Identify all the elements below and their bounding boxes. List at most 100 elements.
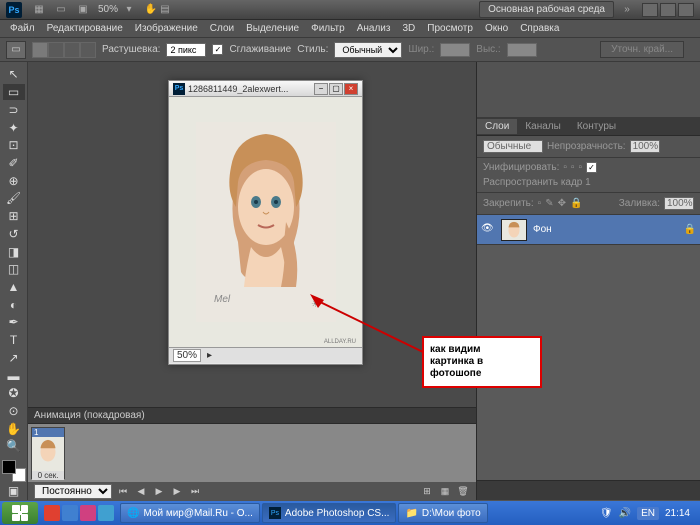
move-tool[interactable]: ↖ [3,66,25,83]
menu-help[interactable]: Справка [514,21,565,36]
task-item-1[interactable]: 🌐Мой мир@Mail.Ru - O... [120,503,260,523]
lock-position-icon[interactable]: ✥ [558,198,566,209]
menu-view[interactable]: Просмотр [421,21,479,36]
lock-all-icon[interactable]: 🔒 [570,198,582,209]
hand-tool[interactable]: ✋ [3,420,25,437]
selection-add-icon[interactable] [48,42,64,58]
stamp-tool[interactable]: ⊞ [3,208,25,225]
first-frame-button[interactable]: ⏮ [116,484,130,498]
hand-icon[interactable]: ✋ [144,3,158,17]
menu-filter[interactable]: Фильтр [305,21,351,36]
lock-pixels-icon[interactable]: ✎ [545,198,553,209]
view-extras-icon[interactable]: ▭ [54,3,68,17]
blur-tool[interactable]: ▲ [3,279,25,296]
doc-close-button[interactable]: × [344,83,358,95]
layer-row[interactable]: 👁 Фон 🔒 [477,215,700,245]
dodge-tool[interactable]: ◐ [3,296,25,313]
color-swatches[interactable] [2,460,26,482]
tab-paths[interactable]: Контуры [569,119,624,134]
tray-icon[interactable]: 🔊 [619,508,631,519]
document-canvas[interactable]: ☀ Mel ALLDAY.RU [169,97,362,347]
animation-frame[interactable]: 1 0 сек. [31,427,65,479]
eraser-tool[interactable]: ◨ [3,243,25,260]
clock[interactable]: 21:14 [665,508,690,519]
zoom-dropdown-icon[interactable]: ▾ [122,3,136,17]
menu-analysis[interactable]: Анализ [351,21,397,36]
tray-icon[interactable]: 🛡 [600,508,613,519]
type-tool[interactable]: T [3,332,25,349]
fill-input[interactable]: 100% [664,197,694,210]
tab-channels[interactable]: Каналы [517,119,569,134]
brush-tool[interactable]: 🖌 [3,190,25,207]
loop-select[interactable]: Постоянно [34,484,112,499]
lock-transparency-icon[interactable]: ▫ [538,198,542,209]
style-select[interactable]: Обычный [334,42,402,58]
lasso-tool[interactable]: ⊃ [3,101,25,118]
selection-new-icon[interactable] [32,42,48,58]
opera-icon[interactable] [80,505,96,521]
menu-select[interactable]: Выделение [240,21,305,36]
opacity-input[interactable]: 100% [630,140,660,153]
layer-thumbnail[interactable] [501,219,527,241]
task-item-2[interactable]: PsAdobe Photoshop CS... [262,503,397,523]
3d-camera-tool[interactable]: ⊙ [3,403,25,420]
gradient-tool[interactable]: ◫ [3,261,25,278]
menu-layers[interactable]: Слои [204,21,240,36]
unify-visibility-icon[interactable]: ▫ [571,162,575,173]
menu-file[interactable]: Файл [4,21,41,36]
document-window[interactable]: Ps 1286811449_2alexwert... − ▢ × [168,80,363,365]
selection-subtract-icon[interactable] [64,42,80,58]
delete-frame-button[interactable]: 🗑 [456,484,470,498]
tab-layers[interactable]: Слои [477,119,517,134]
play-button[interactable]: ▶ [152,484,166,498]
path-tool[interactable]: ↗ [3,350,25,367]
animation-header[interactable]: Анимация (покадровая) [28,408,476,424]
menu-3d[interactable]: 3D [396,21,421,36]
next-frame-button[interactable]: ▶ [170,484,184,498]
language-indicator[interactable]: EN [637,507,659,520]
unify-style-icon[interactable]: ▫ [578,162,582,173]
antialias-checkbox[interactable]: ✓ [212,44,223,55]
pen-tool[interactable]: ✒ [3,314,25,331]
refine-edge-button[interactable]: Уточн. край... [600,41,684,58]
doc-zoom[interactable]: 50% [173,349,201,362]
frame-delay[interactable]: 0 сек. [32,471,64,480]
collapsed-panels[interactable] [477,62,700,118]
start-button[interactable] [2,502,38,524]
history-brush-tool[interactable]: ↺ [3,225,25,242]
doc-minimize-button[interactable]: − [314,83,328,95]
quickmask-tool[interactable]: ▣ [3,483,25,500]
more-icon[interactable]: » [620,3,634,17]
doc-maximize-button[interactable]: ▢ [329,83,343,95]
crop-tool[interactable]: ⊡ [3,137,25,154]
menu-image[interactable]: Изображение [129,21,204,36]
new-frame-button[interactable]: ▦ [438,484,452,498]
tween-button[interactable]: ⊞ [420,484,434,498]
arrange-icon[interactable]: ▤ [158,3,172,17]
document-titlebar[interactable]: Ps 1286811449_2alexwert... − ▢ × [169,81,362,97]
zoom-tool[interactable]: 🔍 [3,438,25,455]
ie-icon[interactable] [98,505,114,521]
menu-edit[interactable]: Редактирование [41,21,129,36]
propagate-checkbox[interactable]: ✓ [586,162,597,173]
blend-mode-select[interactable]: Обычные [483,140,543,153]
screen-mode-icon[interactable]: ▣ [76,3,90,17]
wand-tool[interactable]: ✦ [3,119,25,136]
3d-tool[interactable]: ✪ [3,385,25,402]
maximize-button[interactable] [660,3,676,17]
layer-name[interactable]: Фон [533,224,552,235]
tool-preset-icon[interactable]: ▭ [6,41,26,59]
marquee-tool[interactable]: ▭ [3,84,25,101]
menu-window[interactable]: Окно [479,21,514,36]
visibility-icon[interactable]: 👁 [481,223,495,237]
selection-intersect-icon[interactable] [80,42,96,58]
mail-icon[interactable] [62,505,78,521]
workspace-switcher[interactable]: Основная рабочая среда [479,1,614,18]
last-frame-button[interactable]: ⏭ [188,484,202,498]
heal-tool[interactable]: ⊕ [3,172,25,189]
close-button[interactable] [678,3,694,17]
browser-icon[interactable] [44,505,60,521]
zoom-level[interactable]: 50% [98,4,118,15]
bridge-icon[interactable]: ▦ [32,3,46,17]
shape-tool[interactable]: ▬ [3,367,25,384]
